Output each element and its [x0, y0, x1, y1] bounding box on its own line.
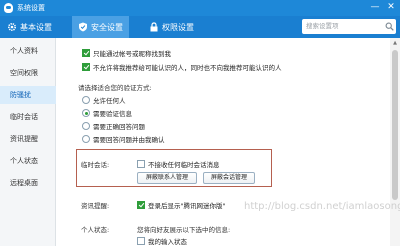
checkbox-checked[interactable]	[82, 63, 90, 71]
radio-button-selected[interactable]	[82, 109, 90, 117]
verify-option-need-message[interactable]: 需要验证信息	[82, 108, 132, 118]
option-label: 我的输入状态	[148, 238, 187, 246]
tab-label: 基本设置	[20, 22, 52, 32]
tab-security-settings[interactable]: 安全设置	[72, 16, 129, 38]
tab-label: 权限设置	[162, 22, 194, 32]
verify-option-answer-question[interactable]: 需要正确回答问题	[82, 121, 145, 131]
option-label: 允许任何人	[93, 97, 126, 105]
sidebar-item-temp-session[interactable]: 临时会话	[0, 108, 56, 126]
sidebar-item-personal-status[interactable]: 个人状态	[0, 152, 56, 170]
show-mini-news-option[interactable]: 登录后显示"腾讯网迷你版"	[137, 200, 225, 210]
tab-basic-settings[interactable]: 基本设置	[2, 16, 57, 38]
checkbox-unchecked[interactable]	[137, 237, 145, 245]
window-title: 系统设置	[17, 4, 45, 12]
option-label: 不允许将我推荐给可能认识的人，同时也不向我推荐可能认识的人	[93, 64, 282, 72]
option-label: 只能通过帐号或昵称找到我	[93, 50, 171, 58]
find-by-account-option[interactable]: 只能通过帐号或昵称找到我	[82, 48, 171, 58]
tab-permission-settings[interactable]: 权限设置	[144, 16, 199, 38]
scroll-up-arrow-icon[interactable]: ▲	[390, 39, 400, 47]
verify-prompt: 请选择适合您的验证方式:	[78, 84, 152, 92]
temp-session-label: 临时会话:	[81, 161, 110, 169]
lock-icon	[149, 22, 159, 32]
scroll-thumb[interactable]	[392, 50, 398, 200]
option-label: 不接收任何临时会话消息	[148, 161, 220, 169]
option-label: 需要回答问题并由我确认	[93, 136, 165, 144]
sidebar-item-remote-desktop[interactable]: 远程桌面	[0, 174, 56, 192]
typing-status-option[interactable]: 我的输入状态	[137, 236, 187, 246]
search-input[interactable]: 搜索设置项	[302, 19, 396, 34]
sidebar-item-space-permission[interactable]: 空间权限	[0, 64, 56, 82]
option-label: 需要验证信息	[93, 110, 132, 118]
checkbox-checked[interactable]	[82, 49, 90, 57]
minimize-button[interactable]: —	[368, 1, 382, 14]
tab-label: 安全设置	[91, 22, 123, 32]
radio-button[interactable]	[82, 135, 90, 143]
watermark-url: http://blog.csdn.net/iamlaosong	[244, 201, 400, 212]
verify-option-allow-anyone[interactable]: 允许任何人	[82, 95, 126, 105]
personal-status-description: 您将向好友展示以下选中的信息:	[137, 226, 231, 234]
option-label: 登录后显示"腾讯网迷你版"	[148, 202, 226, 210]
sidebar-item-anti-harassment[interactable]: 防骚扰	[0, 86, 56, 104]
settings-content: 只能通过帐号或昵称找到我 不允许将我推荐给可能认识的人，同时也不向我推荐可能认识…	[57, 38, 390, 246]
sidebar-item-profile[interactable]: 个人资料	[0, 42, 56, 60]
search-icon[interactable]	[385, 22, 394, 31]
news-label: 资讯提醒:	[81, 202, 110, 210]
gear-icon	[7, 22, 17, 32]
blocked-sessions-button[interactable]: 屏蔽会话管理	[203, 172, 255, 184]
penguin-icon	[4, 3, 13, 13]
vertical-scrollbar[interactable]: ▲	[390, 38, 400, 246]
personal-status-label: 个人状态:	[81, 226, 110, 234]
radio-button[interactable]	[82, 96, 90, 104]
close-button[interactable]: ✕	[384, 1, 398, 14]
reject-temp-session-option[interactable]: 不接收任何临时会话消息	[137, 159, 220, 169]
title-bar: 系统设置 — ✕	[0, 0, 400, 16]
sidebar-item-news[interactable]: 资讯提醒	[0, 130, 56, 148]
settings-toolbar: 基本设置 安全设置 权限设置 搜索设置项	[0, 16, 400, 38]
no-recommend-option[interactable]: 不允许将我推荐给可能认识的人，同时也不向我推荐可能认识的人	[82, 62, 282, 72]
checkbox-unchecked[interactable]	[137, 160, 145, 168]
checkbox-checked[interactable]	[137, 201, 145, 209]
settings-sidebar: 个人资料 空间权限 防骚扰 临时会话 资讯提醒 个人状态 远程桌面	[0, 38, 56, 246]
option-label: 需要正确回答问题	[93, 123, 145, 131]
radio-button[interactable]	[82, 122, 90, 130]
shield-icon	[78, 22, 88, 32]
blocked-contacts-button[interactable]: 屏蔽联系人管理	[137, 172, 197, 184]
verify-option-answer-confirm[interactable]: 需要回答问题并由我确认	[82, 134, 165, 144]
